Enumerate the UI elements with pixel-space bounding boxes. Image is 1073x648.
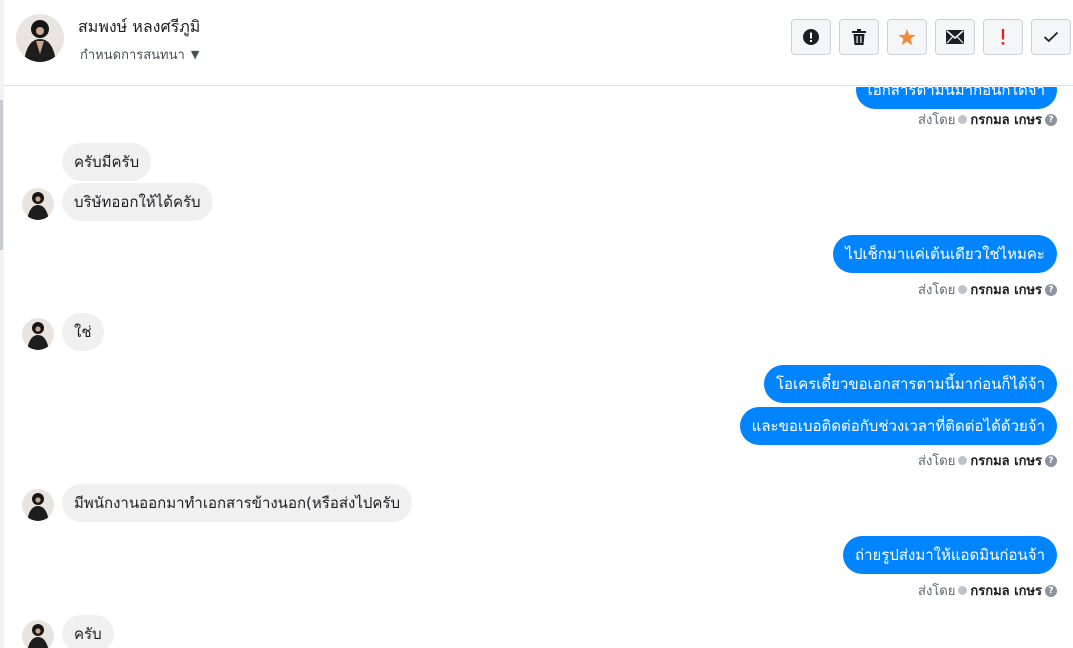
sent-check-icon	[958, 285, 968, 294]
outgoing-message: และขอเบอติดต่อกับช่วงเวลาที่ติดต่อได้ด้ว…	[739, 407, 1057, 445]
sent-check-icon	[958, 115, 968, 124]
contact-avatar-small[interactable]	[22, 188, 54, 220]
agent-name[interactable]: กรกมล เกษร	[970, 580, 1042, 601]
help-icon[interactable]: ?	[1045, 454, 1057, 467]
message-meta: ส่งโดย กรกมล เกษร ?	[918, 109, 1057, 130]
message-meta: ส่งโดย กรกมล เกษร ?	[918, 580, 1057, 601]
incoming-message: มีพนักงานออกมาทำเอกสารข้างนอก(หรือส่งไปค…	[62, 484, 412, 522]
conversation-header: สมพงษ์ หลงศรีภูมิ กำหนดการสนทนา ▼	[4, 0, 1073, 86]
checkmark-icon	[1043, 31, 1059, 43]
conversation-toolbar	[791, 19, 1071, 55]
incoming-message: บริษัทออกให้ได้ครับ	[62, 183, 213, 221]
agent-name[interactable]: กรกมล เกษร	[970, 450, 1042, 471]
contact-avatar-small[interactable]	[22, 489, 54, 521]
sent-by-label: ส่งโดย	[918, 584, 956, 599]
help-icon[interactable]: ?	[1045, 283, 1057, 296]
star-button[interactable]	[887, 19, 927, 55]
sent-by-label: ส่งโดย	[918, 454, 956, 469]
outgoing-message: โอเครเดี๋ยวขอเอกสารตามนี้มาก่อนก็ได้จ้า	[763, 365, 1057, 403]
message-meta: ส่งโดย กรกมล เกษร ?	[918, 279, 1057, 300]
sent-by-label: ส่งโดย	[918, 113, 956, 128]
envelope-icon	[946, 30, 964, 44]
outgoing-message: ถ่ายรูปส่งมาให้แอดมินก่อนจ้า	[843, 536, 1057, 574]
help-icon[interactable]: ?	[1045, 584, 1057, 597]
follow-up-button[interactable]	[983, 19, 1023, 55]
outgoing-message: เอกสารตามนี้มาก่อนก็ได้จ้า	[855, 87, 1057, 109]
sent-check-icon	[958, 456, 968, 465]
incoming-message: ครับมีครับ	[62, 143, 152, 181]
spam-button[interactable]	[791, 19, 831, 55]
incoming-message: ครับ	[62, 615, 114, 648]
star-icon	[898, 28, 916, 46]
message-meta: ส่งโดย กรกมล เกษร ?	[918, 450, 1057, 471]
agent-name[interactable]: กรกมล เกษร	[970, 279, 1042, 300]
exclamation-icon	[1001, 29, 1005, 45]
mark-done-button[interactable]	[1031, 19, 1071, 55]
help-icon[interactable]: ?	[1045, 113, 1057, 126]
incoming-message: ใช่	[62, 313, 104, 351]
agent-name[interactable]: กรกมล เกษร	[970, 109, 1042, 130]
delete-button[interactable]	[839, 19, 879, 55]
message-thread[interactable]: เอกสารตามนี้มาก่อนก็ได้จ้า ส่งโดย กรกมล …	[4, 87, 1073, 648]
scrollbar-thumb[interactable]	[0, 100, 3, 250]
exclamation-circle-icon	[803, 29, 819, 45]
sent-check-icon	[958, 586, 968, 595]
assign-conversation-label: กำหนดการสนทนา	[80, 48, 185, 63]
contact-name: สมพงษ์ หลงศรีภูมิ	[78, 17, 201, 36]
trash-icon	[852, 29, 866, 45]
assign-conversation-dropdown[interactable]: กำหนดการสนทนา ▼	[80, 44, 199, 65]
contact-avatar-small[interactable]	[22, 620, 54, 648]
contact-avatar-small[interactable]	[22, 318, 54, 350]
mark-unread-button[interactable]	[935, 19, 975, 55]
sent-by-label: ส่งโดย	[918, 283, 956, 298]
outgoing-message: ไปเช็กมาแค่เต้นเดียวใช่ไหมคะ	[833, 235, 1057, 273]
contact-avatar[interactable]	[16, 14, 64, 62]
caret-down-icon: ▼	[190, 48, 200, 61]
